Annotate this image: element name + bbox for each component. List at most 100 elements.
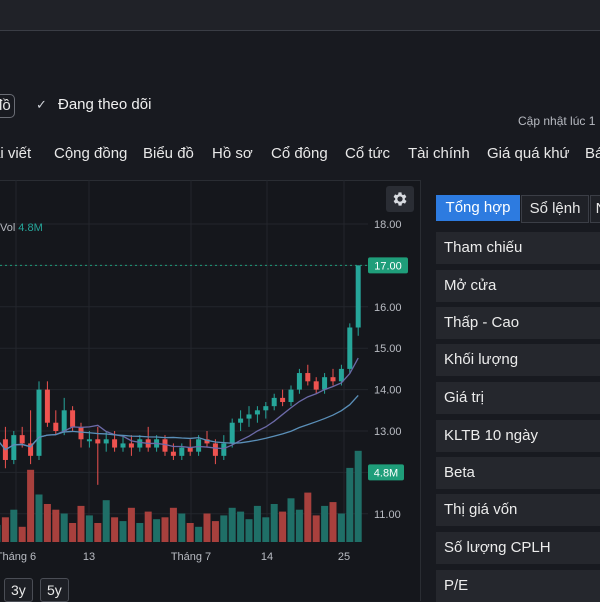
x-tick-label: 14	[261, 551, 273, 563]
tab-summary[interactable]: Tổng hợp	[436, 195, 520, 221]
volume-bar	[220, 515, 228, 542]
volume-legend-value: 4.8M	[18, 222, 43, 234]
stat-low-high: Thấp - Cao	[436, 307, 600, 339]
tab-chart[interactable]: Biểu đồ	[143, 145, 194, 162]
tab-community[interactable]: Cộng đồng	[54, 145, 127, 162]
volume-bar	[94, 523, 102, 542]
volume-bar	[77, 505, 85, 542]
volume-bar	[119, 521, 127, 542]
tab-price-history[interactable]: Giá quá khứ	[487, 145, 570, 162]
tab-more[interactable]: Bá	[585, 145, 600, 162]
candle-body	[78, 426, 84, 440]
tab-financials[interactable]: Tài chính	[408, 145, 470, 162]
candle-body	[238, 418, 244, 423]
y-tick-label: 15.00	[374, 343, 402, 355]
volume-bar	[312, 515, 320, 542]
tab-posts[interactable]: ài viết	[0, 145, 31, 162]
candle-body	[280, 397, 286, 403]
volume-bar	[287, 498, 295, 542]
candle-body	[338, 368, 344, 382]
tab-order-book[interactable]: Sổ lệnh	[521, 195, 589, 223]
candle-body	[229, 422, 235, 444]
candle-body	[179, 447, 185, 456]
volume-bar	[52, 509, 60, 542]
volume-bar	[60, 513, 68, 542]
candle-body	[271, 397, 277, 407]
volume-bar	[127, 507, 135, 542]
volume-bar	[329, 502, 337, 542]
y-tick-label: 11.00	[374, 509, 401, 521]
candle-body	[19, 435, 25, 444]
candle-body	[263, 406, 269, 411]
stat-pe: P/E	[436, 570, 600, 602]
moving-average-line	[0, 357, 359, 451]
volume-bar	[1, 517, 9, 542]
candle-body	[296, 373, 302, 390]
candle-body	[288, 389, 294, 403]
volume-bar	[270, 504, 278, 542]
volume-bar	[111, 517, 119, 542]
candle-body	[120, 443, 126, 448]
candle-body	[86, 439, 92, 442]
candle-body	[53, 422, 59, 431]
range-3y-button[interactable]: 3y	[4, 578, 33, 602]
candle-body	[70, 410, 76, 427]
candle-body	[170, 451, 176, 456]
x-tick-label: 13	[83, 551, 95, 563]
stat-market-cap: Thị giá vốn	[436, 494, 600, 526]
volume-bar	[35, 494, 43, 542]
candle-body	[254, 410, 260, 415]
volume-bar	[253, 505, 261, 542]
y-tick-label: 13.00	[374, 426, 402, 438]
volume-bar	[43, 504, 51, 542]
follow-button[interactable]: ✓ Đang theo dõi	[36, 94, 151, 116]
candle-body	[61, 410, 67, 431]
tab-dividends[interactable]: Cổ tức	[345, 145, 390, 162]
volume-bar	[237, 511, 245, 542]
previous-button[interactable]: đồ	[0, 94, 15, 118]
candle-body	[128, 443, 134, 448]
candle-body	[355, 265, 361, 328]
volume-bar	[203, 513, 211, 542]
volume-bar	[69, 523, 77, 542]
candle-body	[313, 381, 319, 390]
last-price-label: 17.00	[374, 260, 402, 272]
volume-bar	[337, 513, 345, 542]
volume-bar	[102, 500, 110, 542]
tab-next[interactable]: N	[590, 195, 600, 223]
candle-body	[112, 439, 118, 448]
candle-body	[44, 389, 50, 423]
stat-open: Mở cửa	[436, 270, 600, 302]
candle-body	[305, 373, 311, 382]
volume-bar	[186, 523, 194, 542]
volume-legend-label: Vol	[0, 222, 16, 234]
y-tick-label: 18.00	[374, 219, 402, 231]
x-tick-label: 25	[338, 551, 350, 563]
candle-body	[212, 443, 218, 456]
tab-shareholders[interactable]: Cổ đông	[271, 145, 328, 162]
volume-bar	[0, 524, 1, 542]
y-tick-label: 16.00	[374, 302, 402, 314]
top-bar	[0, 0, 600, 31]
x-tick-label: Tháng 7	[171, 551, 211, 563]
candle-body	[246, 414, 252, 419]
volume-legend: Vol 4.8M	[0, 222, 43, 234]
candle-body	[330, 377, 336, 382]
range-5y-button[interactable]: 5y	[40, 578, 69, 602]
candle-body	[137, 439, 143, 448]
stat-reference: Tham chiếu	[436, 232, 600, 264]
volume-bar	[295, 509, 303, 542]
volume-bar	[304, 492, 312, 542]
volume-tag-label: 4.8M	[374, 467, 398, 479]
volume-bar	[321, 505, 329, 542]
volume-bar	[354, 450, 362, 542]
candle-body	[196, 439, 202, 452]
chart-settings-button[interactable]	[386, 186, 414, 212]
candle-body	[11, 435, 17, 460]
tab-profile[interactable]: Hồ sơ	[212, 145, 253, 162]
follow-label: Đang theo dõi	[58, 96, 152, 113]
stat-beta: Beta	[436, 457, 600, 489]
price-chart[interactable]: 18.0016.0015.0014.0013.0012.0011.00Tháng…	[0, 180, 420, 600]
stat-value: Giá trị	[436, 382, 600, 414]
previous-button-label: đồ	[0, 97, 11, 114]
